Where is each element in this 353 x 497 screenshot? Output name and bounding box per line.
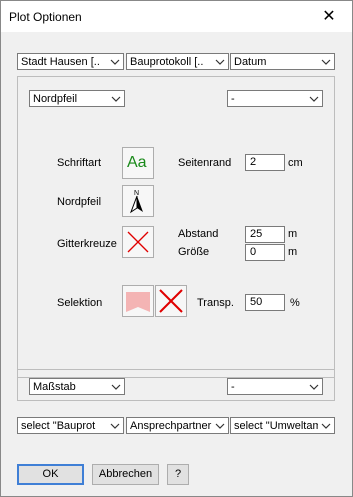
north-arrow-select-value: Nordpfeil <box>33 93 78 105</box>
size-label: Größe <box>178 246 210 258</box>
font-label: Schriftart <box>57 157 102 169</box>
bottom-select-3-value: select "Umweltam <box>234 420 318 432</box>
chevron-down-icon <box>215 59 225 65</box>
options-panel: Nordpfeil - Schriftart Aa Seitenrand 2 c… <box>17 76 335 378</box>
transparency-unit: % <box>290 297 300 309</box>
lower-right-select-value: - <box>231 381 235 393</box>
font-icon: Aa <box>127 154 147 171</box>
chevron-down-icon <box>309 96 319 102</box>
chevron-down-icon <box>110 59 120 65</box>
transparency-label: Transp. <box>197 297 234 309</box>
close-button[interactable]: ✕ <box>306 1 352 32</box>
selection-clear-button[interactable] <box>155 285 187 317</box>
date-select[interactable]: Datum <box>230 53 335 70</box>
bottom-select-3[interactable]: select "Umweltam <box>230 417 335 434</box>
lower-right-select[interactable]: - <box>227 378 323 395</box>
distance-label: Abstand <box>178 228 219 240</box>
transparency-input[interactable]: 50 <box>245 294 285 311</box>
project-select-value: Stadt Hausen [.. <box>21 56 100 68</box>
north-arrow-select[interactable]: Nordpfeil <box>29 90 125 107</box>
protocol-select-value: Bauprotokoll [.. <box>130 56 204 68</box>
north-arrow-button[interactable]: N <box>122 185 154 217</box>
margin-label: Seitenrand <box>178 157 232 169</box>
font-button[interactable]: Aa <box>122 147 154 179</box>
chevron-down-icon <box>215 423 225 429</box>
bottom-select-1-value: select "Bauprot <box>21 420 96 432</box>
north-arrow-icon: N <box>129 190 143 214</box>
chevron-down-icon <box>309 384 319 390</box>
dialog-content: Stadt Hausen [.. Bauprotokoll [.. Datum … <box>2 32 352 496</box>
ok-button[interactable]: OK <box>17 464 84 485</box>
selection-fill-icon <box>126 292 150 312</box>
upper-right-select[interactable]: - <box>227 90 323 107</box>
chevron-down-icon <box>111 96 121 102</box>
red-cross-icon <box>159 289 183 313</box>
bottom-select-2-value: Ansprechpartner <box>130 420 212 432</box>
title-bar: Plot Optionen ✕ <box>1 1 352 32</box>
grid-button[interactable] <box>122 226 154 258</box>
help-button[interactable]: ? <box>167 464 189 485</box>
selection-color-button[interactable] <box>122 285 154 317</box>
grid-label: Gitterkreuze <box>57 238 117 250</box>
date-select-value: Datum <box>234 56 267 68</box>
margin-unit: cm <box>288 157 303 169</box>
size-input[interactable]: 0 <box>245 244 285 261</box>
scale-select[interactable]: Maßstab <box>29 378 125 395</box>
protocol-select[interactable]: Bauprotokoll [.. <box>126 53 229 70</box>
bottom-select-2[interactable]: Ansprechpartner <box>126 417 229 434</box>
selection-label: Selektion <box>57 297 103 309</box>
chevron-down-icon <box>111 384 121 390</box>
distance-input[interactable]: 25 <box>245 226 285 243</box>
upper-right-select-value: - <box>231 93 235 105</box>
project-select[interactable]: Stadt Hausen [.. <box>17 53 124 70</box>
grid-cross-icon <box>127 231 149 253</box>
cancel-button[interactable]: Abbrechen <box>92 464 159 485</box>
margin-input[interactable]: 2 <box>245 154 285 171</box>
dialog-window: Plot Optionen ✕ Stadt Hausen [.. Bauprot… <box>0 0 353 497</box>
scale-select-value: Maßstab <box>33 381 76 393</box>
bottom-select-1[interactable]: select "Bauprot <box>17 417 124 434</box>
north-arrow-label: Nordpfeil <box>57 196 102 208</box>
size-unit: m <box>288 246 298 258</box>
window-title: Plot Optionen <box>9 10 82 24</box>
chevron-down-icon <box>110 423 120 429</box>
scale-panel: Maßstab - <box>17 369 335 401</box>
chevron-down-icon <box>321 423 331 429</box>
distance-unit: m <box>288 228 298 240</box>
chevron-down-icon <box>321 59 331 65</box>
